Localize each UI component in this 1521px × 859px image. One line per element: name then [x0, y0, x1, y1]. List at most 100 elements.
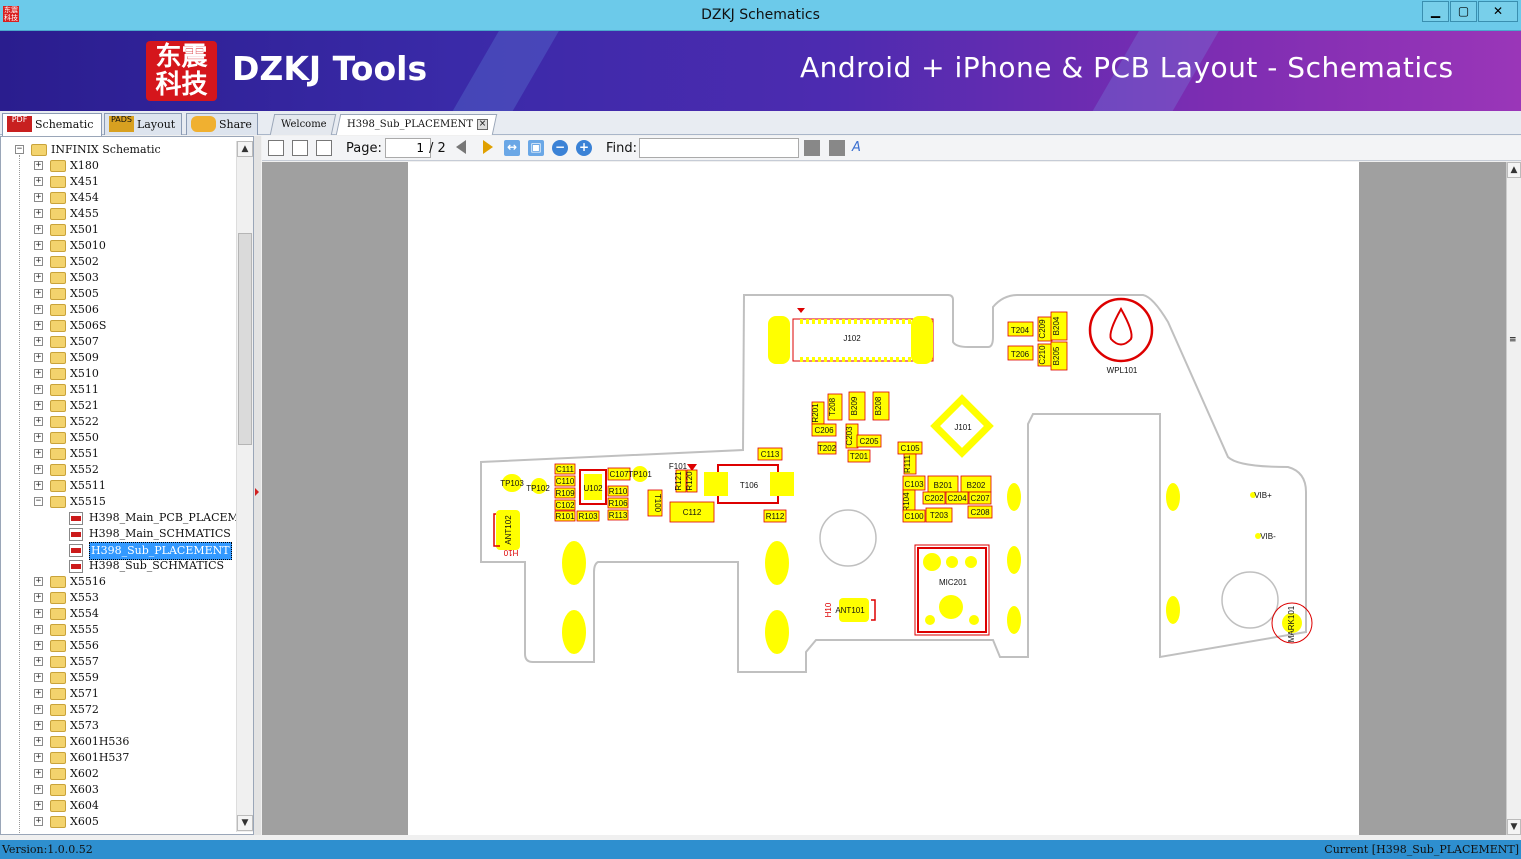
scroll-grip[interactable]: ≡: [1509, 335, 1519, 345]
tree-folder-item[interactable]: + X502: [1, 254, 237, 270]
tree-folder-item[interactable]: + X505: [1, 286, 237, 302]
tree-folder-item[interactable]: + X550: [1, 430, 237, 446]
tree-folder-item[interactable]: + X573: [1, 718, 237, 734]
tree-folder-item[interactable]: + X507: [1, 334, 237, 350]
tree-folder-item[interactable]: + X602: [1, 766, 237, 782]
fit-page-icon[interactable]: ▣: [528, 140, 544, 156]
tree-folder-item[interactable]: + X5010: [1, 238, 237, 254]
tree-folder-item[interactable]: + X451: [1, 174, 237, 190]
previous-page-icon[interactable]: [456, 140, 466, 154]
match-case-icon[interactable]: A: [852, 140, 868, 156]
expand-icon[interactable]: +: [34, 465, 43, 474]
tree-folder-item[interactable]: − X5515: [1, 494, 237, 510]
expand-icon[interactable]: +: [34, 417, 43, 426]
expand-icon[interactable]: +: [34, 369, 43, 378]
tree-folder-item[interactable]: + X556: [1, 638, 237, 654]
viewer-scrollbar[interactable]: ▲ ≡ ▼: [1506, 162, 1521, 835]
collapse-icon[interactable]: −: [34, 497, 43, 506]
tree-folder-item[interactable]: + X522: [1, 414, 237, 430]
expand-icon[interactable]: +: [34, 737, 43, 746]
find-input[interactable]: [639, 138, 799, 158]
expand-icon[interactable]: +: [34, 657, 43, 666]
scroll-up-icon[interactable]: ▲: [237, 141, 253, 157]
find-next-icon[interactable]: [829, 140, 845, 156]
maximize-button[interactable]: ▢: [1450, 1, 1477, 22]
tree-folder-item[interactable]: + X559: [1, 670, 237, 686]
tree-folder-item[interactable]: + X5511: [1, 478, 237, 494]
tree-folder-item[interactable]: + X506S: [1, 318, 237, 334]
collapse-arrow-icon[interactable]: [255, 488, 259, 496]
expand-icon[interactable]: +: [34, 481, 43, 490]
tree-folder-item[interactable]: + X5516: [1, 574, 237, 590]
expand-icon[interactable]: +: [34, 433, 43, 442]
tree-folder-item[interactable]: + X571: [1, 686, 237, 702]
expand-icon[interactable]: +: [34, 641, 43, 650]
expand-icon[interactable]: +: [34, 769, 43, 778]
expand-icon[interactable]: +: [34, 593, 43, 602]
expand-icon[interactable]: +: [34, 801, 43, 810]
tree-folder-item[interactable]: + X455: [1, 206, 237, 222]
tree-file-item[interactable]: H398_Sub_PLACEMENT: [1, 542, 237, 560]
tree-folder-item[interactable]: + X553: [1, 590, 237, 606]
expand-icon[interactable]: +: [34, 385, 43, 394]
expand-icon[interactable]: +: [34, 609, 43, 618]
expand-icon[interactable]: +: [34, 785, 43, 794]
tab-schematic[interactable]: PDF Schematic: [2, 113, 102, 136]
expand-icon[interactable]: +: [34, 401, 43, 410]
tab-h398-sub-placement[interactable]: H398_Sub_PLACEMENT ×: [335, 114, 498, 135]
tree-folder-item[interactable]: + X506: [1, 302, 237, 318]
tree-folder-item[interactable]: + X552: [1, 462, 237, 478]
expand-icon[interactable]: +: [34, 449, 43, 458]
tree-folder-item[interactable]: + X572: [1, 702, 237, 718]
expand-icon[interactable]: +: [34, 321, 43, 330]
expand-icon[interactable]: +: [34, 353, 43, 362]
collapse-icon[interactable]: −: [15, 145, 24, 154]
expand-icon[interactable]: +: [34, 289, 43, 298]
tree-file-item[interactable]: H398_Main_PCB_PLACEMENT: [1, 510, 253, 526]
scroll-up-icon[interactable]: ▲: [1507, 162, 1521, 178]
panel-splitter[interactable]: [254, 136, 261, 835]
fit-width-icon[interactable]: ↔: [504, 140, 520, 156]
expand-icon[interactable]: +: [34, 257, 43, 266]
scroll-thumb[interactable]: [238, 233, 252, 445]
expand-icon[interactable]: +: [34, 161, 43, 170]
tree-folder-item[interactable]: + X510: [1, 366, 237, 382]
expand-icon[interactable]: +: [34, 625, 43, 634]
tree-folder-item[interactable]: + X180: [1, 158, 237, 174]
close-tab-icon[interactable]: ×: [477, 119, 489, 130]
open-document-icon[interactable]: [268, 140, 284, 156]
expand-icon[interactable]: +: [34, 225, 43, 234]
tree-folder-item[interactable]: + X601H536: [1, 734, 237, 750]
find-previous-icon[interactable]: [804, 140, 820, 156]
expand-icon[interactable]: +: [34, 705, 43, 714]
expand-icon[interactable]: +: [34, 577, 43, 586]
close-button[interactable]: ✕: [1478, 1, 1518, 22]
expand-icon[interactable]: +: [34, 305, 43, 314]
tree-root-item[interactable]: − INFINIX Schematic: [1, 142, 237, 158]
expand-icon[interactable]: +: [34, 273, 43, 282]
tree-folder-item[interactable]: + X509: [1, 350, 237, 366]
tree-folder-item[interactable]: + X454: [1, 190, 237, 206]
expand-icon[interactable]: +: [34, 177, 43, 186]
tree-folder-item[interactable]: + X521: [1, 398, 237, 414]
expand-icon[interactable]: +: [34, 721, 43, 730]
scroll-down-icon[interactable]: ▼: [237, 815, 253, 831]
tree-folder-item[interactable]: + X555: [1, 622, 237, 638]
next-page-icon[interactable]: [483, 140, 493, 154]
page-number-input[interactable]: 1: [385, 138, 431, 158]
tree-file-item[interactable]: H398_Main_SCHMATICS: [1, 526, 237, 542]
expand-icon[interactable]: +: [34, 241, 43, 250]
expand-icon[interactable]: +: [34, 337, 43, 346]
tree-file-item[interactable]: H398_Sub_SCHMATICS: [1, 558, 237, 574]
tree-folder-item[interactable]: + X603: [1, 782, 237, 798]
zoom-in-icon[interactable]: +: [576, 140, 592, 156]
tree-folder-item[interactable]: + X605: [1, 814, 237, 830]
tree-folder-item[interactable]: + X551: [1, 446, 237, 462]
tree-scrollbar[interactable]: ▲ ▼: [236, 141, 253, 832]
copy-page-icon[interactable]: [292, 140, 308, 156]
tree-folder-item[interactable]: + X511: [1, 382, 237, 398]
expand-icon[interactable]: +: [34, 689, 43, 698]
tab-welcome[interactable]: Welcome: [269, 114, 336, 135]
tree-folder-item[interactable]: + X604: [1, 798, 237, 814]
tree-folder-item[interactable]: + X557: [1, 654, 237, 670]
